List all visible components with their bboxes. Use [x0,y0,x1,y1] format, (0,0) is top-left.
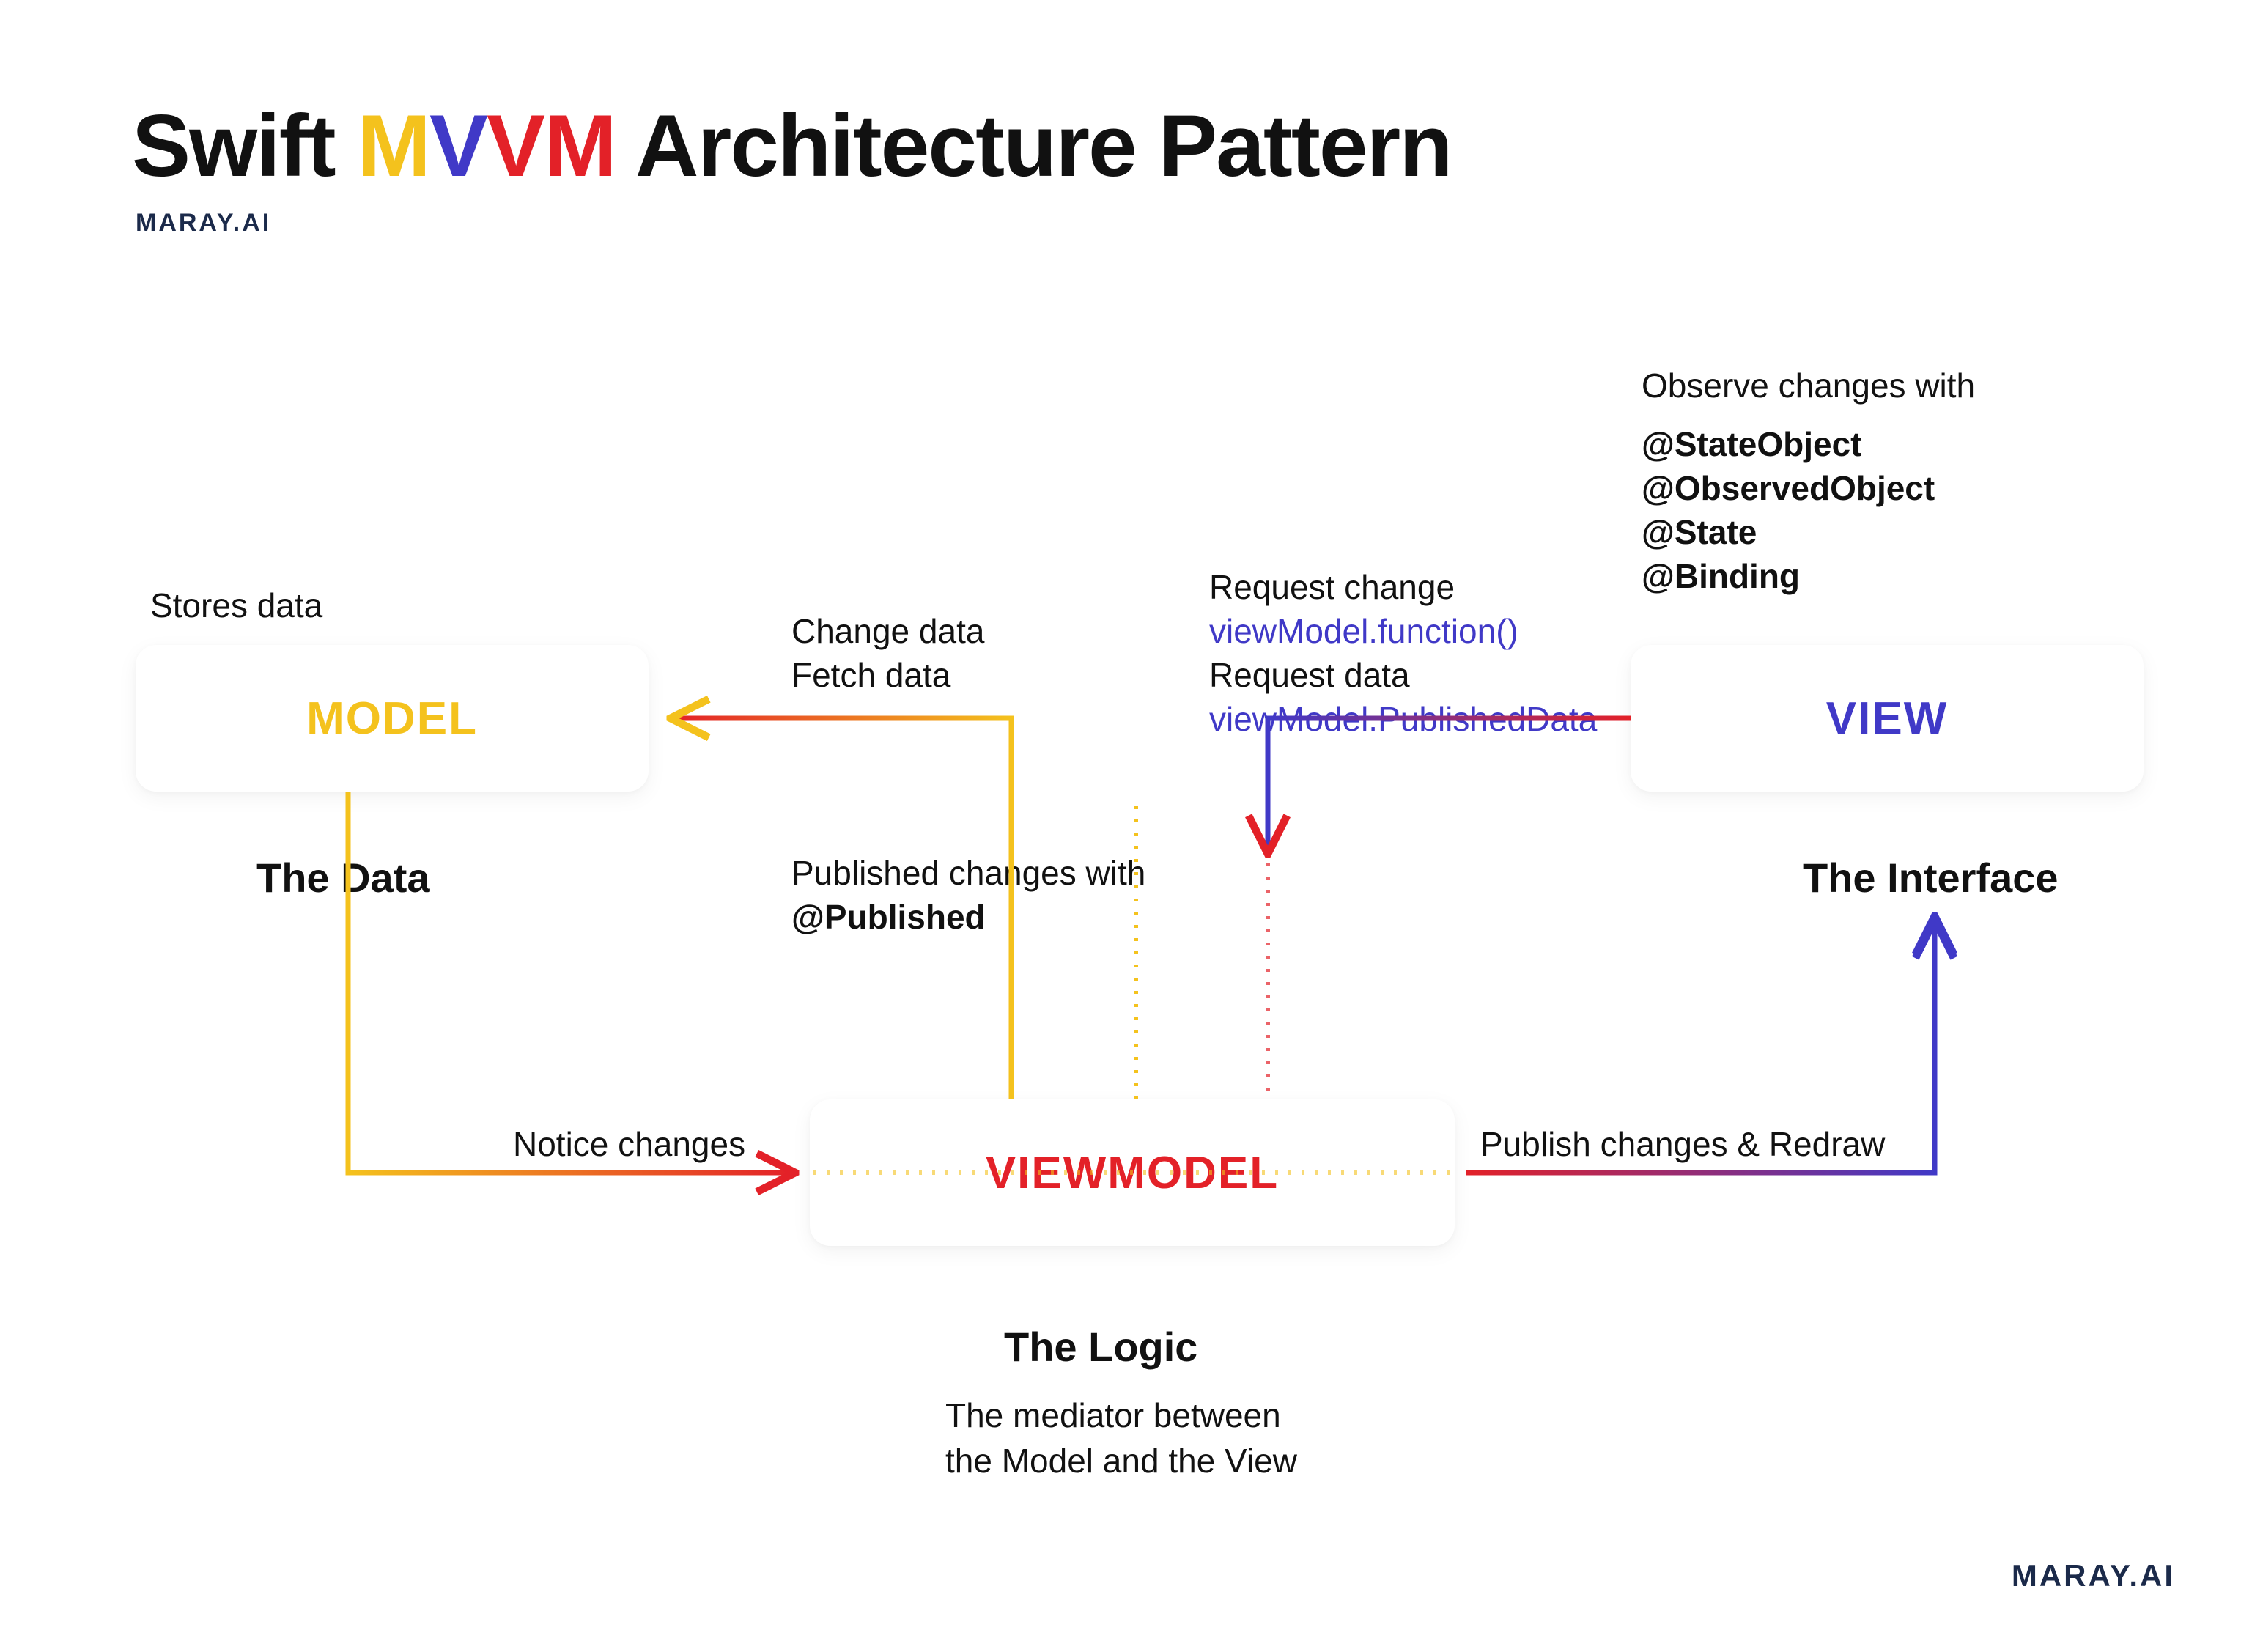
viewmodel-description: The mediator between the Model and the V… [945,1393,1297,1483]
title-suffix: Architecture Pattern [616,97,1452,195]
arrow-vm-to-view-label: Publish changes & Redraw [1480,1121,1885,1167]
arrow-view-to-vm-data-code: viewModel.PublishedData [1209,696,1597,742]
mvvm-letter-v2: V [487,97,544,195]
view-observe-item-1: @ObservedObject [1642,465,1935,511]
view-tag: The Interface [1803,850,2059,906]
model-box-label: MODEL [306,693,478,745]
mvvm-letter-v1: V [429,97,487,195]
page-title: Swift MVVM Architecture Pattern [132,95,1452,196]
view-box: VIEW [1631,645,2144,792]
viewmodel-tag: The Logic [1004,1319,1197,1375]
diagram-canvas: Swift MVVM Architecture Pattern MARAY.AI… [0,0,2263,1652]
mvvm-letter-m2: M [544,97,616,195]
arrow-model-to-vm [348,792,791,1173]
arrow-view-to-vm-change-label: Request change [1209,564,1455,610]
mvvm-letter-m1: M [358,97,429,195]
model-tag: The Data [256,850,430,906]
arrow-vm-publish-label-1: Published changes with [791,850,1145,896]
arrow-vm-to-model-label-2: Fetch data [791,652,950,698]
view-observe-item-3: @Binding [1642,553,1800,599]
title-prefix: Swift [132,97,358,195]
view-observe-intro: Observe changes with [1642,363,1975,408]
brand-top: MARAY.AI [136,209,271,237]
view-observe-item-2: @State [1642,509,1757,555]
viewmodel-box-label: VIEWMODEL [986,1147,1279,1199]
view-box-label: VIEW [1826,693,1948,745]
model-box: MODEL [136,645,649,792]
arrow-vm-publish-label-2: @Published [791,894,986,940]
arrow-vm-to-model-label-1: Change data [791,608,984,654]
arrow-model-to-vm-label: Notice changes [513,1121,745,1167]
arrow-view-to-vm-data-label: Request data [1209,652,1410,698]
arrow-view-to-vm-change-code: viewModel.function() [1209,608,1518,654]
model-above-label: Stores data [150,583,322,628]
brand-bottom-right: MARAY.AI [2012,1558,2175,1593]
viewmodel-box: VIEWMODEL [810,1099,1455,1246]
view-observe-item-0: @StateObject [1642,421,1861,467]
